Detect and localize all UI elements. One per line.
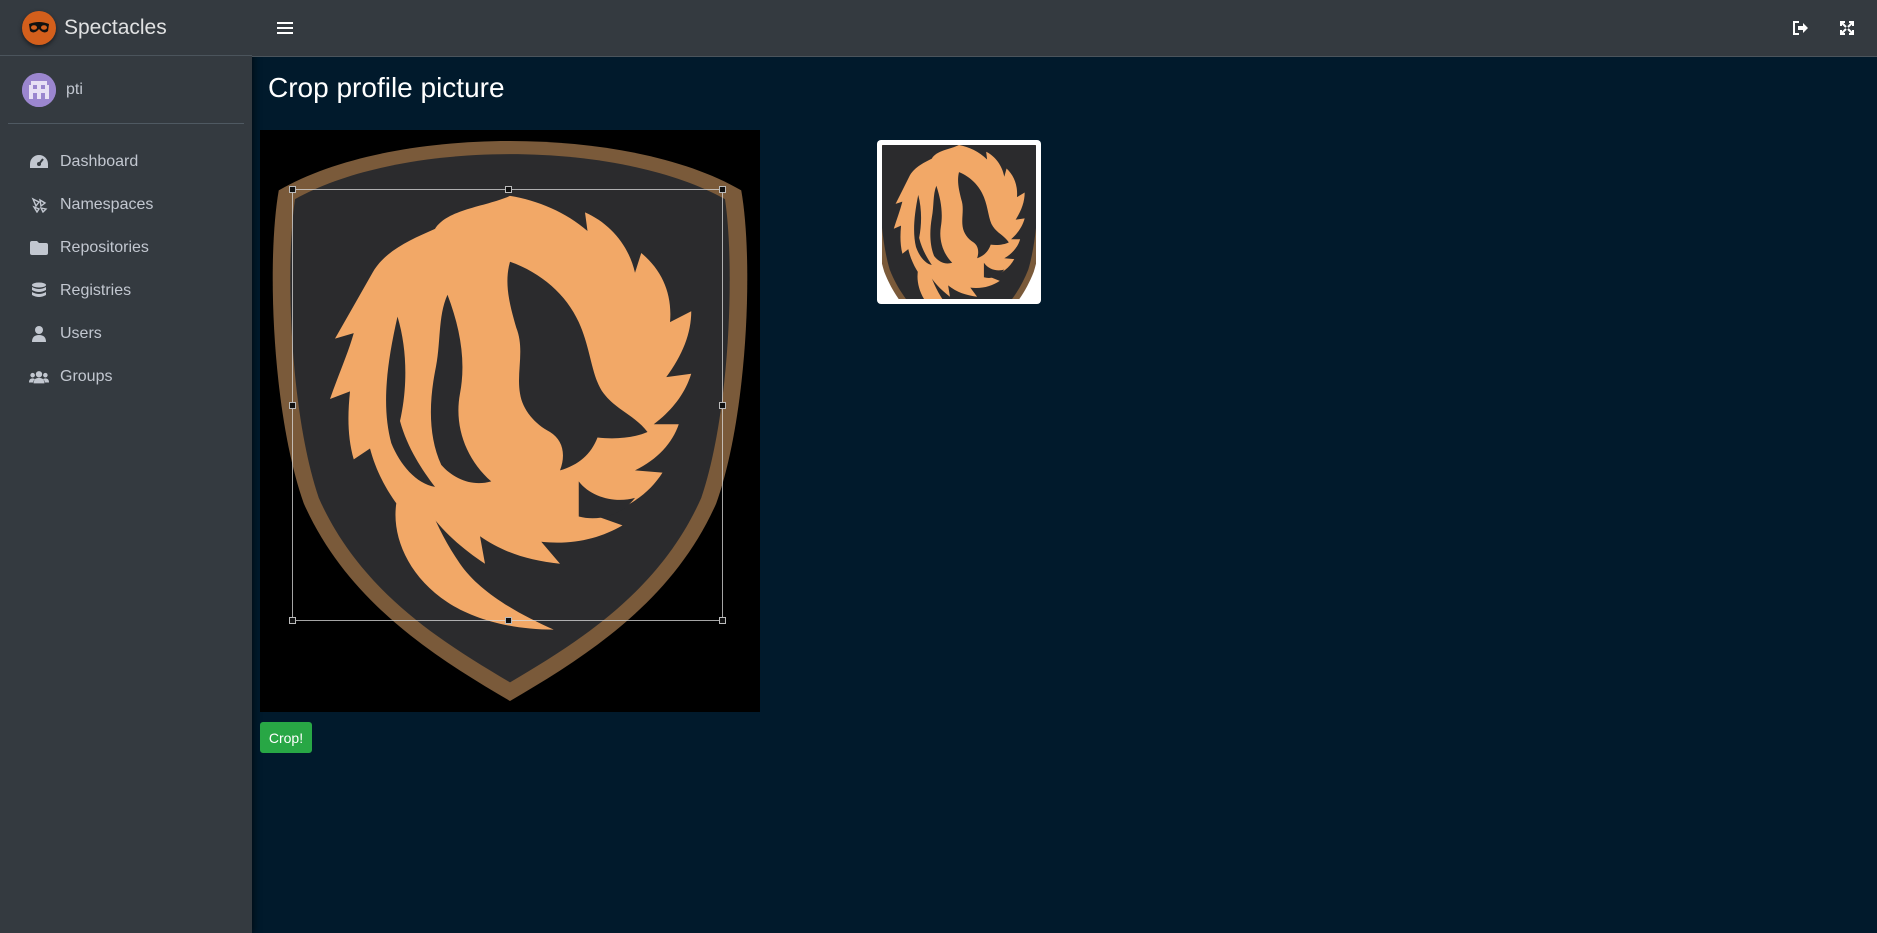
sidebar-item-dashboard[interactable]: Dashboard [0,140,252,183]
crop-handle-se[interactable] [719,617,726,624]
users-icon [29,367,49,387]
crop-handle-s[interactable] [505,617,512,624]
crop-button[interactable]: Crop! [260,722,312,753]
brand-name: Spectacles [64,15,167,39]
avatar [22,72,56,107]
topbar [252,0,1877,57]
sidebar-item-users[interactable]: Users [0,312,252,355]
crop-box[interactable] [289,186,726,624]
user-icon [29,324,49,344]
crop-handle-w[interactable] [289,402,296,409]
sidebar-item-label: Namespaces [60,195,154,213]
crop-handle-ne[interactable] [719,186,726,193]
preview-image [873,122,1045,354]
sidebar-item-repositories[interactable]: Repositories [0,226,252,269]
namespaces-icon [29,195,49,215]
page-title: Crop profile picture [268,72,505,103]
crop-preview [873,122,1045,354]
sidebar-nav: Dashboard Namespaces Repositories Regist… [0,124,252,398]
sidebar-item-label: Repositories [60,238,149,256]
dashboard-icon [29,152,49,172]
crop-handle-n[interactable] [505,186,512,193]
sidebar-item-namespaces[interactable]: Namespaces [0,183,252,226]
sidebar-item-registries[interactable]: Registries [0,269,252,312]
sidebar-item-groups[interactable]: Groups [0,355,252,398]
sidebar-item-label: Dashboard [60,152,139,170]
folder-icon [29,238,49,258]
sidebar: Spectacles pti Dashboard Namespaces Repo… [0,0,252,933]
crop-handle-sw[interactable] [289,617,296,624]
logout-icon[interactable] [1791,18,1811,38]
database-icon [29,281,49,301]
brand[interactable]: Spectacles [0,0,252,56]
sidebar-item-label: Groups [60,367,113,385]
fullscreen-icon[interactable] [1837,18,1857,38]
crop-handle-nw[interactable] [289,186,296,193]
goggles-logo-icon [22,10,56,45]
user-panel[interactable]: pti [8,56,244,124]
sidebar-item-label: Registries [60,281,132,299]
crop-handle-e[interactable] [719,402,726,409]
user-name: pti [66,80,83,98]
menu-icon[interactable] [274,17,296,39]
image-cropper[interactable] [260,130,760,712]
sidebar-item-label: Users [60,324,102,342]
